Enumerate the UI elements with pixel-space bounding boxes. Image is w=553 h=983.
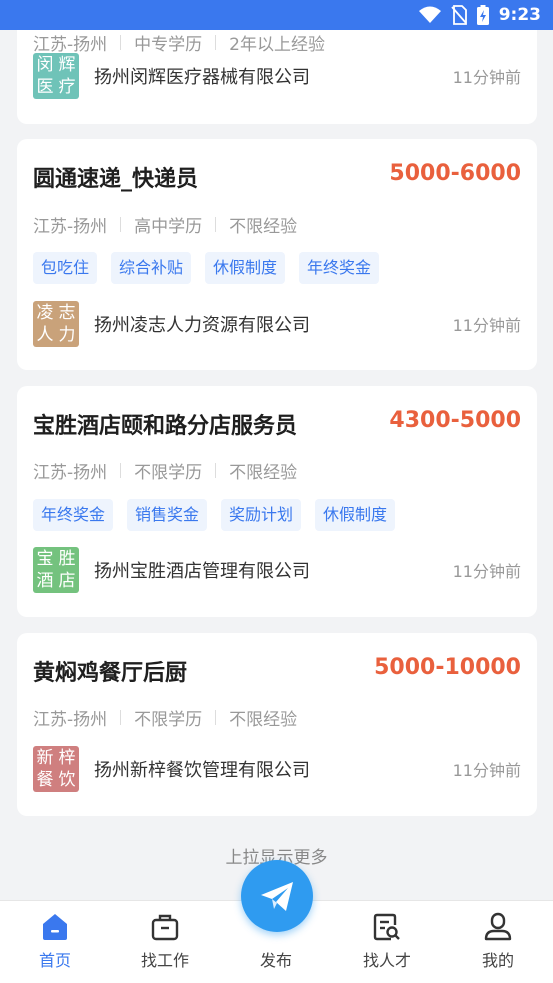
job-location: 江苏-扬州 (33, 216, 108, 237)
job-location: 江苏-扬州 (33, 462, 108, 483)
publish-button[interactable] (241, 860, 313, 932)
tab-label: 找人才 (362, 951, 411, 970)
job-tag: 包吃住 (33, 252, 98, 284)
tab-label: 找工作 (140, 951, 189, 970)
job-tag: 休假制度 (315, 499, 396, 531)
post-time: 11分钟前 (452, 761, 521, 780)
job-tag: 休假制度 (205, 252, 286, 284)
job-tags: 年终奖金 销售奖金 奖励计划 休假制度 (33, 499, 396, 531)
status-icons (419, 5, 489, 25)
job-tag: 销售奖金 (127, 499, 208, 531)
tab-find-job[interactable]: 找工作 (110, 901, 220, 983)
job-title: 圆通速递_快递员 (33, 167, 199, 192)
company-logo: 凌 志 人 力 (33, 301, 79, 347)
job-education: 高中学历 (134, 216, 203, 237)
wifi-icon (419, 6, 441, 23)
job-title: 黄焖鸡餐厅后厨 (33, 661, 188, 686)
meta-divider (215, 34, 217, 50)
company-row[interactable]: 凌 志 人 力 扬州凌志人力资源有限公司 11分钟前 (33, 301, 521, 347)
job-salary: 5000-10000 (374, 655, 521, 680)
job-tag: 奖励计划 (221, 499, 302, 531)
company-logo: 宝 胜 酒 店 (33, 547, 79, 593)
company-name: 扬州凌志人力资源有限公司 (94, 315, 310, 336)
company-logo: 新 梓 餐 饮 (33, 746, 79, 792)
resume-search-icon (373, 913, 400, 941)
job-meta: 江苏-扬州 高中学历 不限经验 (33, 212, 298, 237)
company-logo: 闵 辉 医 疗 (33, 53, 79, 99)
job-meta: 江苏-扬州 不限学历 不限经验 (33, 705, 298, 730)
meta-divider (215, 216, 217, 232)
job-salary: 4300-5000 (389, 408, 521, 433)
job-tags: 包吃住 综合补贴 休假制度 年终奖金 (33, 252, 380, 284)
job-tag: 年终奖金 (299, 252, 380, 284)
user-icon (484, 912, 512, 941)
status-bar: 9:23 (0, 0, 553, 30)
meta-divider (120, 709, 122, 725)
job-title: 宝胜酒店颐和路分店服务员 (33, 414, 298, 439)
post-time: 11分钟前 (452, 316, 521, 335)
job-meta: 江苏-扬州 不限学历 不限经验 (33, 458, 298, 483)
job-card[interactable]: 黄焖鸡餐厅后厨 5000-10000 江苏-扬州 不限学历 不限经验 新 梓 餐… (17, 633, 537, 816)
company-name: 扬州新梓餐饮管理有限公司 (94, 760, 310, 781)
company-row[interactable]: 新 梓 餐 饮 扬州新梓餐饮管理有限公司 11分钟前 (33, 746, 521, 792)
company-row[interactable]: 闵 辉 医 疗 扬州闵辉医疗器械有限公司 11分钟前 (33, 53, 521, 99)
battery-charging-icon (477, 5, 489, 25)
job-feed[interactable]: 江苏-扬州 中专学历 2年以上经验 闵 辉 医 疗 扬州闵辉医疗器械有限公司 1… (0, 30, 553, 900)
post-time: 11分钟前 (452, 562, 521, 581)
tab-label: 我的 (481, 951, 514, 970)
meta-divider (215, 709, 217, 725)
company-name: 扬州闵辉医疗器械有限公司 (94, 67, 310, 88)
job-education: 不限学历 (134, 462, 203, 483)
job-location: 江苏-扬州 (33, 709, 108, 730)
job-experience: 不限经验 (229, 709, 298, 730)
job-tag: 综合补贴 (111, 252, 192, 284)
briefcase-icon (151, 914, 179, 941)
job-card[interactable]: 圆通速递_快递员 5000-6000 江苏-扬州 高中学历 不限经验 包吃住 综… (17, 139, 537, 370)
meta-divider (120, 34, 122, 50)
tab-mine[interactable]: 我的 (443, 901, 553, 983)
job-card[interactable]: 江苏-扬州 中专学历 2年以上经验 闵 辉 医 疗 扬州闵辉医疗器械有限公司 1… (17, 30, 537, 124)
paper-plane-icon (261, 882, 293, 911)
no-sim-icon (451, 5, 467, 25)
meta-divider (120, 462, 122, 478)
job-experience: 不限经验 (229, 462, 298, 483)
job-meta: 江苏-扬州 中专学历 2年以上经验 (33, 30, 325, 55)
job-experience: 不限经验 (229, 216, 298, 237)
job-education: 中专学历 (134, 34, 203, 55)
job-tag: 年终奖金 (33, 499, 114, 531)
tab-home[interactable]: 首页 (0, 901, 110, 983)
job-salary: 5000-6000 (389, 161, 521, 186)
job-experience: 2年以上经验 (229, 34, 325, 55)
post-time: 11分钟前 (452, 68, 521, 87)
home-icon (43, 914, 67, 940)
tab-label: 发布 (259, 951, 292, 970)
job-education: 不限学历 (134, 709, 203, 730)
meta-divider (120, 216, 122, 232)
status-time: 9:23 (498, 5, 541, 25)
company-name: 扬州宝胜酒店管理有限公司 (94, 561, 310, 582)
job-location: 江苏-扬州 (33, 34, 108, 55)
meta-divider (215, 462, 217, 478)
company-row[interactable]: 宝 胜 酒 店 扬州宝胜酒店管理有限公司 11分钟前 (33, 547, 521, 593)
job-card[interactable]: 宝胜酒店颐和路分店服务员 4300-5000 江苏-扬州 不限学历 不限经验 年… (17, 386, 537, 617)
tab-find-talent[interactable]: 找人才 (332, 901, 442, 983)
tab-label: 首页 (38, 951, 71, 970)
